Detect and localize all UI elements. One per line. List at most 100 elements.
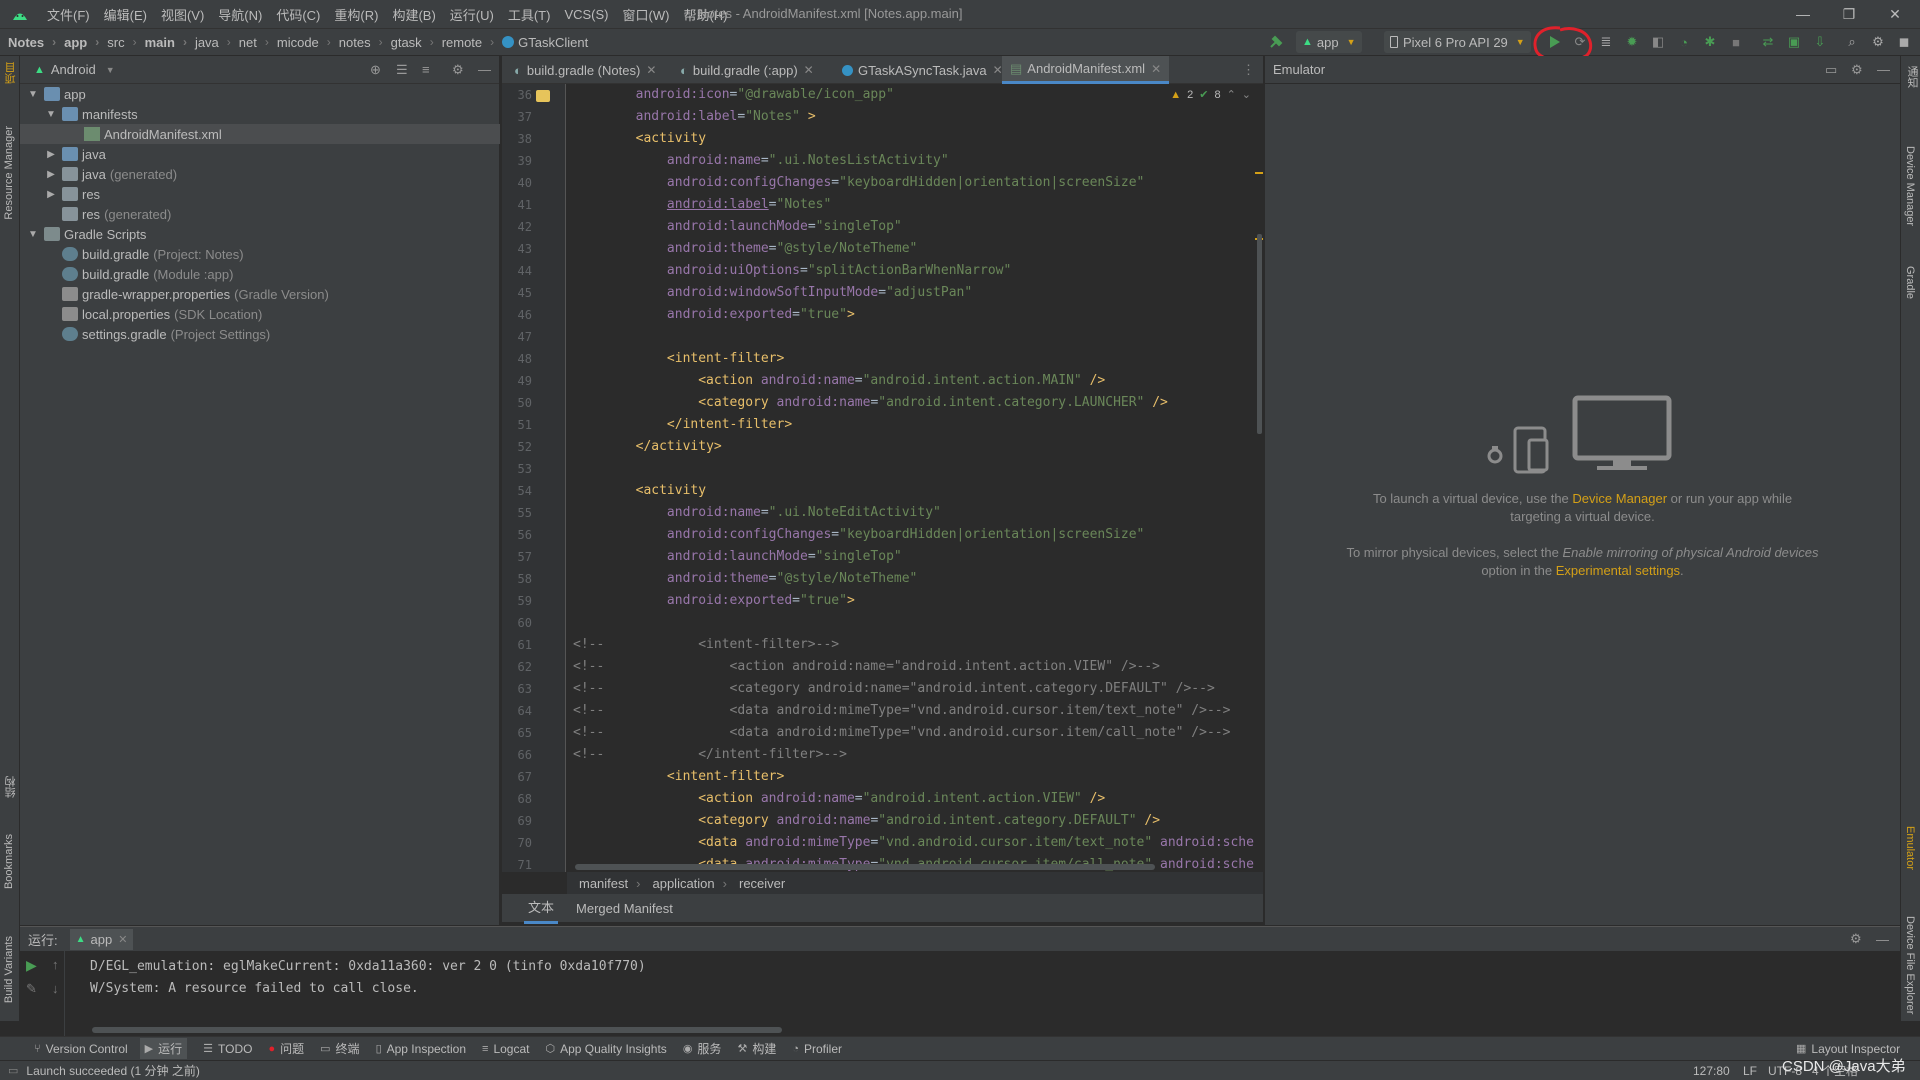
breadcrumb-java[interactable]: java › (187, 35, 231, 50)
tool-logcat[interactable]: ≡ Logcat (482, 1042, 529, 1056)
scroll-up-icon[interactable]: ↑ (52, 957, 59, 972)
scroll-down-icon[interactable]: ↓ (52, 981, 59, 996)
maximize-button[interactable]: ❐ (1826, 0, 1872, 28)
menu-run[interactable]: 运行(U) (443, 5, 501, 24)
tree-item-build-gradle-project[interactable]: build.gradle (Project: Notes) (58, 244, 244, 264)
breadcrumb-receiver[interactable]: receiver (739, 876, 785, 891)
menu-tools[interactable]: 工具(T) (501, 5, 558, 24)
tab-gtaskasynctask[interactable]: GTaskASyncTask.java ✕ (834, 56, 1011, 84)
breadcrumb-main[interactable]: main › (137, 35, 187, 50)
tool-app-inspection[interactable]: ▯ App Inspection (376, 1042, 466, 1056)
breadcrumb-application[interactable]: application (652, 876, 714, 891)
tool-terminal[interactable]: ▭ 终端 (320, 1040, 359, 1057)
minimize-button[interactable]: — (1780, 0, 1826, 28)
coverage-icon[interactable]: ◧ (1650, 34, 1666, 50)
hide-panel-icon[interactable]: — (1877, 62, 1890, 77)
close-tab-icon[interactable]: ✕ (118, 933, 127, 946)
tree-item-app[interactable]: ▼ app (26, 84, 86, 104)
hide-panel-icon[interactable]: — (1876, 932, 1889, 947)
code-editor[interactable]: ▲ 2 ✔ 8 ⌃ ⌄ android:icon="@drawable/icon_a… (567, 84, 1263, 872)
tree-item-gradle-scripts[interactable]: ▼ Gradle Scripts (26, 224, 146, 244)
breadcrumb-net[interactable]: net › (231, 35, 269, 50)
build-hammer-icon[interactable] (1268, 34, 1284, 50)
menu-navigate[interactable]: 导航(N) (211, 5, 269, 24)
apply-changes-icon[interactable]: ⟳ (1572, 34, 1588, 50)
project-tool-button[interactable]: 项目 (3, 62, 19, 84)
tree-item-androidmanifest[interactable]: AndroidManifest.xml (20, 124, 500, 144)
structure-tool-button[interactable]: 结构 (3, 776, 19, 798)
rerun-icon[interactable]: ▶ (26, 957, 37, 974)
line-separator[interactable]: LF (1743, 1064, 1757, 1078)
tree-item-java[interactable]: ▶ java (44, 144, 106, 164)
breadcrumb-manifest[interactable]: manifest (579, 876, 628, 891)
tree-item-settings-gradle[interactable]: settings.gradle (Project Settings) (58, 324, 270, 344)
breadcrumb-app[interactable]: app › (56, 35, 99, 50)
tool-layout-inspector[interactable]: ▦ Layout Inspector (1796, 1042, 1900, 1056)
experimental-settings-link[interactable]: Experimental settings (1556, 563, 1680, 578)
status-toggle-icon[interactable]: ▭ (8, 1064, 18, 1077)
console-horizontal-scrollbar[interactable] (92, 1027, 782, 1033)
notifications-tool-button[interactable]: 通知 (1904, 66, 1920, 88)
close-tab-icon[interactable]: ✕ (804, 63, 814, 77)
breadcrumb-gtaskclient[interactable]: GTaskClient (494, 35, 588, 50)
breadcrumb-src[interactable]: src › (99, 35, 136, 50)
tree-item-java-generated[interactable]: ▶ java (generated) (44, 164, 177, 184)
tab-text[interactable]: 文本 (524, 892, 559, 924)
breadcrumb-remote[interactable]: remote › (434, 35, 494, 50)
settings-gear-icon[interactable]: ⚙ (1870, 34, 1886, 50)
build-variants-tool-button[interactable]: Build Variants (3, 936, 15, 1003)
locate-file-icon[interactable]: ⊕ (370, 62, 381, 78)
tool-problems[interactable]: ● 问题 (268, 1040, 304, 1057)
next-highlight-icon[interactable]: ⌄ (1242, 88, 1251, 101)
menu-window[interactable]: 窗口(W) (616, 5, 677, 24)
close-tab-icon[interactable]: ✕ (646, 63, 656, 77)
device-selector[interactable]: Pixel 6 Pro API 29 ▼ (1384, 31, 1531, 53)
tool-version-control[interactable]: ⑂ Version Control (34, 1042, 128, 1056)
tab-build-gradle-notes[interactable]: ◐ build.gradle (Notes) ✕ (506, 56, 664, 84)
tree-item-res-generated[interactable]: res (generated) (58, 204, 171, 224)
previous-highlight-icon[interactable]: ⌃ (1227, 88, 1236, 101)
menu-view[interactable]: 视图(V) (154, 5, 211, 24)
tab-build-gradle-app[interactable]: ◐ build.gradle (:app) ✕ (672, 56, 822, 84)
resource-manager-tool-button[interactable]: Resource Manager (3, 126, 15, 220)
tree-item-local-properties[interactable]: local.properties (SDK Location) (58, 304, 262, 324)
hide-panel-icon[interactable]: — (478, 62, 491, 77)
sdk-manager-icon[interactable]: ⇩ (1812, 34, 1828, 50)
run-tab-app[interactable]: ▲ app ✕ (69, 928, 134, 950)
settings-gear-icon[interactable]: ⚙ (452, 62, 464, 78)
tool-build[interactable]: ⚒ 构建 (737, 1040, 776, 1057)
menu-edit[interactable]: 编辑(E) (97, 5, 154, 24)
tab-merged-manifest[interactable]: Merged Manifest (576, 901, 673, 916)
close-window-button[interactable]: ✕ (1872, 0, 1918, 28)
tab-overflow-menu[interactable]: ⋮ (1234, 56, 1263, 84)
breadcrumb-notes-pkg[interactable]: notes › (331, 35, 383, 50)
settings-gear-icon[interactable]: ⚙ (1850, 931, 1862, 947)
attach-debugger-icon[interactable]: ✱ (1702, 34, 1718, 50)
tree-item-gradle-wrapper[interactable]: gradle-wrapper.properties (Gradle Version… (58, 284, 329, 304)
menu-file[interactable]: 文件(F) (40, 5, 97, 24)
collapse-all-icon[interactable]: ≡ (422, 62, 430, 77)
settings-gear-icon[interactable]: ⚙ (1851, 62, 1863, 78)
tool-todo[interactable]: ☰ TODO (203, 1042, 252, 1056)
menu-build[interactable]: 构建(B) (385, 5, 442, 24)
tool-run[interactable]: ▶ 运行 (139, 1038, 188, 1059)
bookmarks-tool-button[interactable]: Bookmarks (3, 834, 15, 889)
debug-icon[interactable]: ✹ (1624, 34, 1640, 50)
device-file-explorer-tool-button[interactable]: Device File Explorer (1904, 916, 1916, 1014)
tree-item-res[interactable]: ▶ res (44, 184, 100, 204)
inspection-widget[interactable]: ▲ 2 ✔ 8 ⌃ ⌄ (1170, 88, 1251, 102)
stop-icon[interactable]: ■ (1728, 34, 1744, 50)
search-icon[interactable]: ⌕ (1844, 34, 1860, 50)
breadcrumb-gtask[interactable]: gtask › (383, 35, 434, 50)
close-tab-icon[interactable]: ✕ (1151, 62, 1161, 76)
breadcrumb-notes[interactable]: Notes › (0, 35, 56, 50)
user-icon[interactable]: ◼ (1896, 34, 1912, 50)
menu-refactor[interactable]: 重构(R) (327, 5, 385, 24)
sync-gradle-icon[interactable]: ⇄ (1760, 34, 1776, 50)
tool-profiler[interactable]: ◔ Profiler (792, 1042, 842, 1056)
project-view-selector[interactable]: Android (51, 62, 96, 77)
run-config-selector[interactable]: ▲ app ▼ (1296, 31, 1362, 53)
menu-code[interactable]: 代码(C) (269, 5, 327, 24)
tree-item-manifests[interactable]: ▼ manifests (44, 104, 138, 124)
expand-all-icon[interactable]: ☰ (396, 62, 408, 78)
